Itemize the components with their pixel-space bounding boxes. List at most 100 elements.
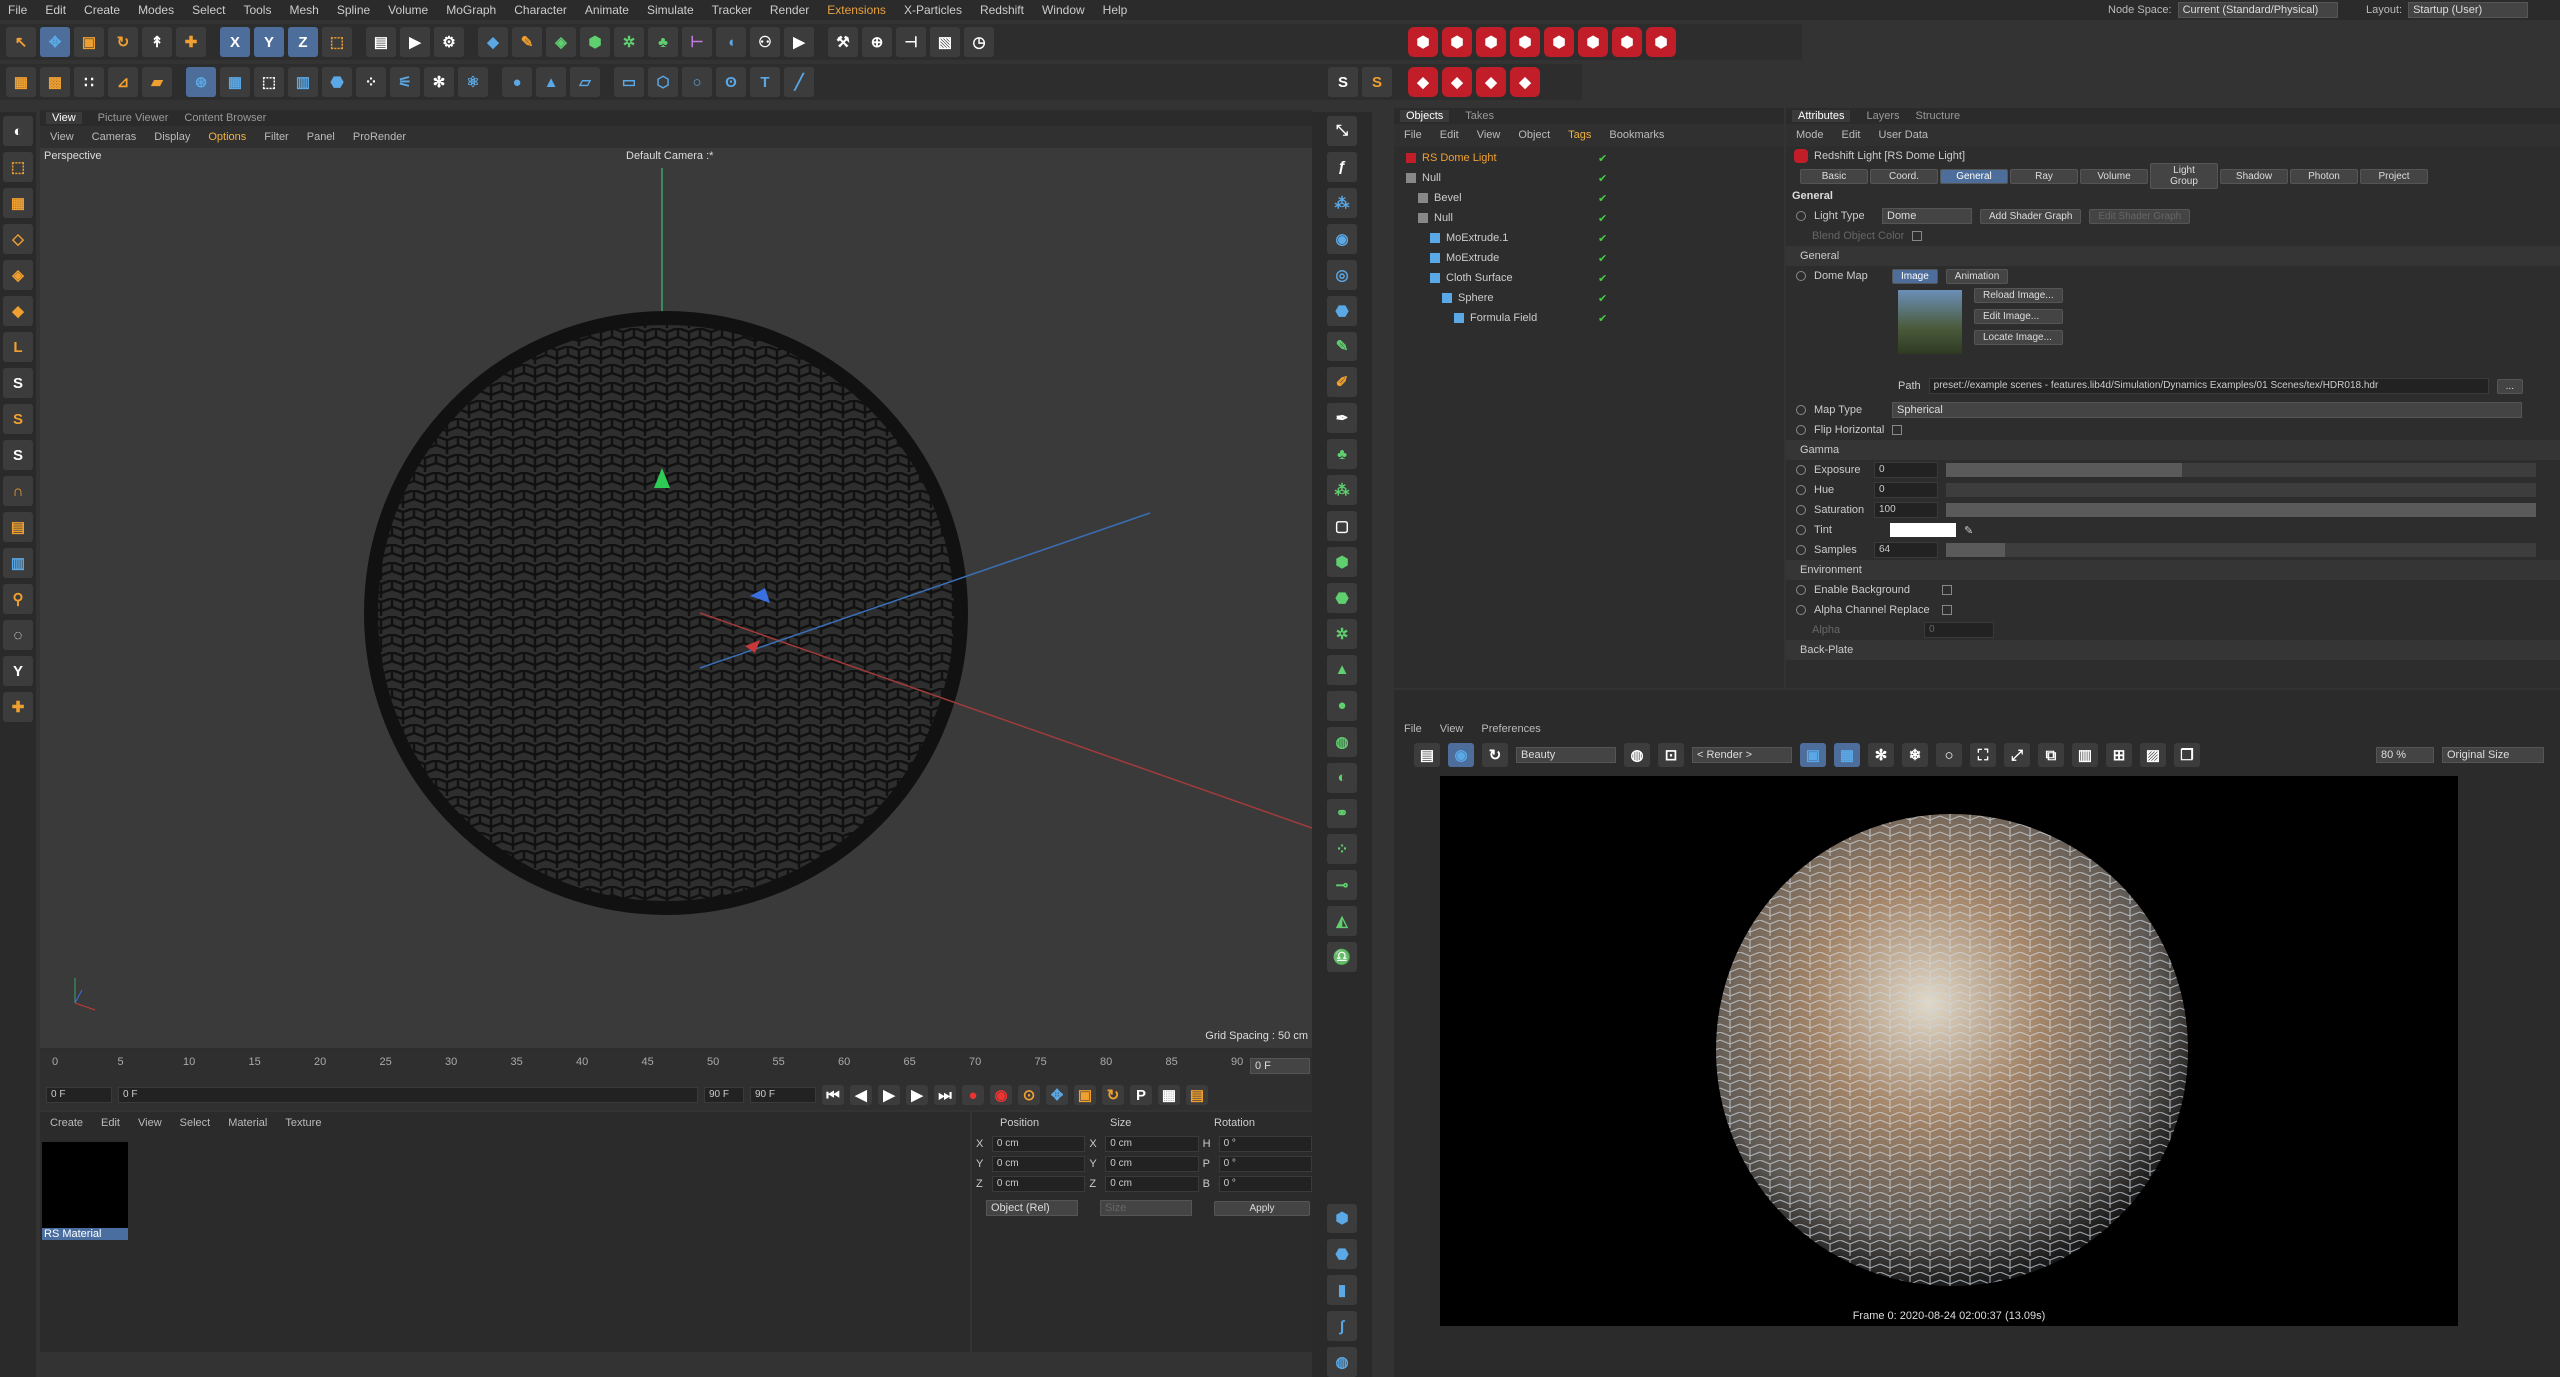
edit-shader-button[interactable]: Edit Shader Graph bbox=[2089, 208, 2191, 224]
circle-view-icon[interactable]: ○ bbox=[1936, 743, 1962, 767]
extrude-icon[interactable]: ⬢ bbox=[580, 27, 610, 57]
selection-icon[interactable]: ⬚ bbox=[254, 67, 284, 97]
line-icon[interactable]: ╱ bbox=[784, 67, 814, 97]
key-pla-icon[interactable]: ▦ bbox=[1158, 1085, 1180, 1105]
attr-menu-mode[interactable]: Mode bbox=[1796, 129, 1824, 141]
render-region-icon[interactable]: ▤ bbox=[366, 27, 396, 57]
render-menu-preferences[interactable]: Preferences bbox=[1481, 723, 1540, 735]
snap-icon[interactable]: ⊕ bbox=[862, 27, 892, 57]
s-tool3-icon[interactable]: S bbox=[3, 440, 33, 470]
object-menu-object[interactable]: Object bbox=[1518, 129, 1550, 141]
render-menu-view[interactable]: View bbox=[1440, 723, 1464, 735]
box-blue-icon[interactable]: ⬢ bbox=[1327, 1203, 1357, 1234]
coord-field[interactable]: 0 cm bbox=[1105, 1156, 1199, 1172]
reload-image-button[interactable]: Reload Image... bbox=[1974, 288, 2063, 303]
timer-icon[interactable]: ◷ bbox=[964, 27, 994, 57]
param-slider[interactable] bbox=[1946, 463, 2536, 477]
s-tool-icon[interactable]: S bbox=[3, 368, 33, 398]
menu-animate[interactable]: Animate bbox=[585, 3, 629, 17]
object-menu-view[interactable]: View bbox=[1477, 129, 1501, 141]
texture-mode-icon[interactable]: ▩ bbox=[40, 67, 70, 97]
make-editable-icon[interactable]: ◐ bbox=[3, 116, 33, 146]
freeze-icon[interactable]: ❄ bbox=[1902, 743, 1928, 767]
coord-system-icon[interactable]: ⬚ bbox=[322, 27, 352, 57]
param-anim-icon[interactable] bbox=[1796, 525, 1806, 535]
coord-field[interactable]: 0 cm bbox=[1105, 1136, 1199, 1152]
object-item[interactable]: Formula Field ✔ bbox=[1394, 308, 1784, 328]
check-icon[interactable]: ✔ bbox=[1598, 152, 1607, 165]
tab-takes[interactable]: Takes bbox=[1465, 110, 1494, 122]
stack-icon[interactable]: ⬣ bbox=[1327, 1239, 1357, 1270]
cube-green-icon[interactable]: ⬢ bbox=[1327, 547, 1357, 577]
twist-icon[interactable]: ⚟ bbox=[390, 67, 420, 97]
group-general[interactable]: General bbox=[1786, 246, 2560, 266]
menu-modes[interactable]: Modes bbox=[138, 3, 174, 17]
param-field[interactable]: 0 bbox=[1874, 482, 1938, 498]
param-anim-icon[interactable] bbox=[1796, 505, 1806, 515]
axis-icon[interactable]: ✚ bbox=[176, 27, 206, 57]
pen-icon[interactable]: ✎ bbox=[512, 27, 542, 57]
enable-bg-anim-icon[interactable] bbox=[1796, 585, 1806, 595]
polygon-icon[interactable]: ⬡ bbox=[648, 67, 678, 97]
edit-image-button[interactable]: Edit Image... bbox=[1974, 309, 2063, 324]
coord-size-select[interactable]: Size bbox=[1100, 1200, 1192, 1216]
aov-select[interactable]: Beauty bbox=[1516, 747, 1616, 763]
record-icon[interactable]: ● bbox=[962, 1085, 984, 1105]
polygons-icon[interactable]: ▰ bbox=[142, 67, 172, 97]
crop-icon[interactable]: ⊡ bbox=[1658, 743, 1684, 767]
helix-icon[interactable]: ʘ bbox=[716, 67, 746, 97]
check-icon[interactable]: ✔ bbox=[1598, 192, 1607, 205]
rs-proxy-icon[interactable]: ⬢ bbox=[1646, 27, 1676, 57]
prev-key-icon[interactable]: ◀ bbox=[850, 1085, 872, 1105]
last-frame-icon[interactable]: ⏭ bbox=[934, 1085, 956, 1105]
pyramid-icon[interactable]: ▲ bbox=[1327, 654, 1357, 685]
cylinder-icon[interactable]: ▮ bbox=[1327, 1275, 1357, 1306]
menu-tracker[interactable]: Tracker bbox=[712, 3, 752, 17]
coord-field[interactable]: 0 cm bbox=[1105, 1176, 1199, 1192]
bend-icon[interactable]: ⬣ bbox=[322, 67, 352, 97]
rs-material-icon[interactable]: ◆ bbox=[1408, 67, 1438, 97]
dome-map-anim-icon[interactable] bbox=[1796, 271, 1806, 281]
picture-icon[interactable]: ▧ bbox=[930, 27, 960, 57]
eyedropper-icon[interactable]: ✎ bbox=[1964, 524, 1973, 537]
image-tab[interactable]: Image bbox=[1892, 268, 1938, 284]
map-type-select[interactable]: Spherical bbox=[1892, 402, 2522, 418]
refresh-icon[interactable]: ↻ bbox=[1482, 743, 1508, 767]
param-anim-icon[interactable] bbox=[1796, 465, 1806, 475]
layers-icon[interactable]: ▥ bbox=[2072, 743, 2098, 767]
add-icon[interactable]: ✚ bbox=[3, 692, 33, 722]
path-browse-button[interactable]: ... bbox=[2496, 378, 2523, 394]
render-settings-icon[interactable]: ⚙ bbox=[434, 27, 464, 57]
key-scale-icon[interactable]: ▣ bbox=[1074, 1085, 1096, 1105]
rs-tag-icon[interactable]: ◆ bbox=[1476, 67, 1506, 97]
current-frame-field[interactable]: 0 F bbox=[1250, 1058, 1310, 1074]
y-axis-icon[interactable]: Y bbox=[254, 27, 284, 57]
menu-x-particles[interactable]: X-Particles bbox=[904, 3, 962, 17]
param-slider[interactable] bbox=[1946, 543, 2536, 557]
x-axis-icon[interactable]: X bbox=[220, 27, 250, 57]
pen-green-icon[interactable]: ✎ bbox=[1327, 331, 1357, 362]
rs-spot-icon[interactable]: ⬢ bbox=[1442, 27, 1472, 57]
particles-icon[interactable]: ⁂ bbox=[1327, 187, 1357, 218]
rs-area-icon[interactable]: ⬢ bbox=[1510, 27, 1540, 57]
check-icon[interactable]: ✔ bbox=[1598, 312, 1607, 325]
deformer-icon[interactable]: ⊢ bbox=[682, 27, 712, 57]
rotate-icon[interactable]: ↻ bbox=[108, 27, 138, 57]
subtab-light-group[interactable]: Light Group bbox=[2150, 163, 2218, 189]
text-icon[interactable]: T bbox=[750, 67, 780, 97]
material-menu-select[interactable]: Select bbox=[180, 1117, 211, 1129]
model-mode-icon[interactable]: ▦ bbox=[6, 67, 36, 97]
workplane-icon[interactable]: ⊣ bbox=[896, 27, 926, 57]
xp-cache-icon[interactable]: ⬣ bbox=[1327, 295, 1357, 326]
expand-icon[interactable]: ⤢ bbox=[2004, 743, 2030, 767]
auto-key-icon[interactable]: ◉ bbox=[990, 1085, 1012, 1105]
subtab-shadow[interactable]: Shadow bbox=[2220, 168, 2288, 184]
fx-icon[interactable]: ƒ bbox=[1327, 151, 1357, 182]
key-rot-icon[interactable]: ↻ bbox=[1102, 1085, 1124, 1105]
hook-icon[interactable]: ∫ bbox=[1327, 1311, 1357, 1342]
keyframe-icon[interactable]: ⊙ bbox=[1018, 1085, 1040, 1105]
play-icon[interactable]: ▶ bbox=[878, 1085, 900, 1105]
snap-enable-icon[interactable]: ⊛ bbox=[186, 67, 216, 97]
object-mode-icon[interactable]: ⬚ bbox=[3, 152, 33, 182]
locate-image-button[interactable]: Locate Image... bbox=[1974, 330, 2063, 345]
